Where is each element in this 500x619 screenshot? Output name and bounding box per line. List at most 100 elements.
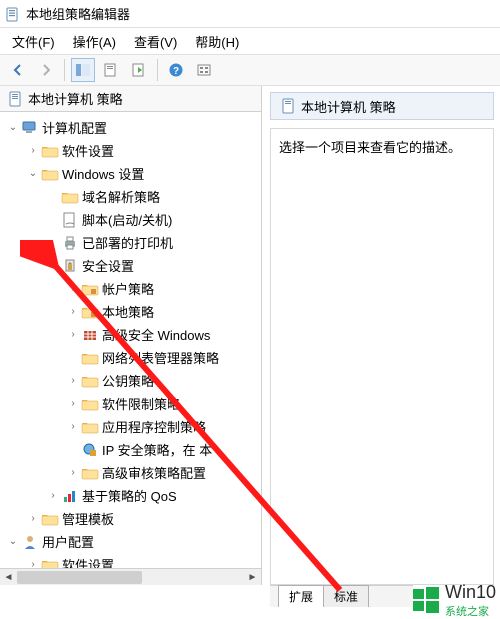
horizontal-scrollbar[interactable]: ◄ ► <box>0 568 261 585</box>
expand-icon[interactable]: › <box>26 144 40 158</box>
scroll-left-icon[interactable]: ◄ <box>0 569 17 586</box>
footer-brand: Win10 系统之家 <box>413 585 500 615</box>
document-icon <box>280 98 298 114</box>
document-icon <box>7 91 25 107</box>
tree-node-security-settings[interactable]: ⌄ 安全设置 <box>4 254 261 277</box>
tree-header[interactable]: 本地计算机 策略 <box>0 86 261 112</box>
footer-text-block: Win10 系统之家 <box>445 582 496 619</box>
expand-icon[interactable]: › <box>66 305 80 319</box>
export-button[interactable] <box>127 58 151 82</box>
tree-node-dns-policy[interactable]: › 域名解析策略 <box>4 185 261 208</box>
collapse-icon[interactable]: ⌄ <box>26 167 40 181</box>
tree-node-software-settings[interactable]: › 软件设置 <box>4 139 261 162</box>
printer-icon <box>61 235 79 251</box>
user-icon <box>21 534 39 550</box>
properties-button[interactable] <box>99 58 123 82</box>
tree-node-local-policy[interactable]: › 本地策略 <box>4 300 261 323</box>
tree-label: 安全设置 <box>82 256 134 275</box>
tree-node-admin-templates[interactable]: › 管理模板 <box>4 507 261 530</box>
tree-label: 软件设置 <box>62 141 114 160</box>
tree-label: 公钥策略 <box>102 371 154 390</box>
tree-node-public-key[interactable]: › 公钥策略 <box>4 369 261 392</box>
folder-icon <box>81 373 99 389</box>
collapse-icon[interactable]: ⌄ <box>6 535 20 549</box>
tree-label: 高级审核策略配置 <box>102 463 206 482</box>
tree-node-advanced-audit[interactable]: › 高级审核策略配置 <box>4 461 261 484</box>
expand-icon[interactable]: › <box>66 466 80 480</box>
expand-icon[interactable]: › <box>46 489 60 503</box>
folder-lock-icon <box>81 304 99 320</box>
tree-label: 网络列表管理器策略 <box>102 348 219 367</box>
tree-node-advanced-windows[interactable]: › 高级安全 Windows <box>4 323 261 346</box>
tree-label: 管理模板 <box>62 509 114 528</box>
title-bar: 本地组策略编辑器 <box>0 0 500 28</box>
firewall-icon <box>81 327 99 343</box>
detail-description: 选择一个项目来查看它的描述。 <box>279 140 461 155</box>
tree-label: 已部署的打印机 <box>82 233 173 252</box>
footer-brand-text: Win10 <box>445 582 496 603</box>
collapse-icon[interactable]: ⌄ <box>46 259 60 273</box>
folder-lock-icon <box>81 281 99 297</box>
app-icon <box>6 6 20 22</box>
tree-label: 基于策略的 QoS <box>82 486 177 505</box>
tree-label: 计算机配置 <box>42 118 107 137</box>
tree-node-computer-config[interactable]: ⌄ 计算机配置 <box>4 116 261 139</box>
back-button[interactable] <box>6 58 30 82</box>
filter-button[interactable] <box>192 58 216 82</box>
expand-icon[interactable]: › <box>66 328 80 342</box>
tree-label: Windows 设置 <box>62 164 144 183</box>
collapse-icon[interactable]: ⌄ <box>6 121 20 135</box>
detail-body: 选择一个项目来查看它的描述。 <box>270 128 494 585</box>
menu-help[interactable]: 帮助(H) <box>191 30 243 53</box>
tab-extended[interactable]: 扩展 <box>278 585 324 607</box>
globe-lock-icon <box>81 442 99 458</box>
menu-file[interactable]: 文件(F) <box>8 30 59 53</box>
folder-icon <box>41 511 59 527</box>
show-tree-button[interactable] <box>71 58 95 82</box>
detail-header-text: 本地计算机 策略 <box>301 97 396 116</box>
tree-header-label: 本地计算机 策略 <box>28 89 123 108</box>
window-title: 本地组策略编辑器 <box>26 4 130 23</box>
tree-node-account-policy[interactable]: › 帐户策略 <box>4 277 261 300</box>
tree-node-ip-security[interactable]: › IP 安全策略，在 本 <box>4 438 261 461</box>
tree-node-deployed-printers[interactable]: › 已部署的打印机 <box>4 231 261 254</box>
detail-pane: 本地计算机 策略 选择一个项目来查看它的描述。 <box>262 86 500 585</box>
menu-view[interactable]: 查看(V) <box>130 30 181 53</box>
tree: ⌄ 计算机配置 › 软件设置 ⌄ Windows 设置 › 域名解析策略 › <box>0 112 261 585</box>
menu-action[interactable]: 操作(A) <box>69 30 120 53</box>
expand-icon[interactable]: › <box>66 282 80 296</box>
toolbar-separator <box>157 59 158 81</box>
folder-icon <box>41 166 59 182</box>
folder-icon <box>81 396 99 412</box>
forward-button[interactable] <box>34 58 58 82</box>
expand-icon[interactable]: › <box>66 374 80 388</box>
tree-node-windows-settings[interactable]: ⌄ Windows 设置 <box>4 162 261 185</box>
tree-node-policy-qos[interactable]: › 基于策略的 QoS <box>4 484 261 507</box>
scroll-thumb[interactable] <box>17 571 142 584</box>
tree-node-scripts[interactable]: › 脚本(启动/关机) <box>4 208 261 231</box>
tree-label: 用户配置 <box>42 532 94 551</box>
tree-label: IP 安全策略，在 本 <box>102 440 212 459</box>
script-icon <box>61 212 79 228</box>
computer-icon <box>21 120 39 136</box>
scroll-right-icon[interactable]: ► <box>244 569 261 586</box>
expand-icon[interactable]: › <box>66 397 80 411</box>
tree-label: 本地策略 <box>102 302 154 321</box>
scroll-track[interactable] <box>17 569 244 586</box>
menu-bar: 文件(F) 操作(A) 查看(V) 帮助(H) <box>0 28 500 54</box>
toolbar-separator <box>64 59 65 81</box>
folder-icon <box>81 465 99 481</box>
expand-icon[interactable]: › <box>66 420 80 434</box>
tree-node-network-list[interactable]: › 网络列表管理器策略 <box>4 346 261 369</box>
help-button[interactable]: ? <box>164 58 188 82</box>
tree-label: 帐户策略 <box>102 279 154 298</box>
tree-node-software-restrict[interactable]: › 软件限制策略 <box>4 392 261 415</box>
main-area: 本地计算机 策略 ⌄ 计算机配置 › 软件设置 ⌄ Windows 设置 › <box>0 86 500 585</box>
expand-icon[interactable]: › <box>26 512 40 526</box>
tree-node-user-config[interactable]: ⌄ 用户配置 <box>4 530 261 553</box>
folder-icon <box>81 350 99 366</box>
tree-label: 脚本(启动/关机) <box>82 210 172 229</box>
toolbar: ? <box>0 54 500 86</box>
tree-node-app-control[interactable]: › 应用程序控制策略 <box>4 415 261 438</box>
tab-standard[interactable]: 标准 <box>323 585 369 607</box>
